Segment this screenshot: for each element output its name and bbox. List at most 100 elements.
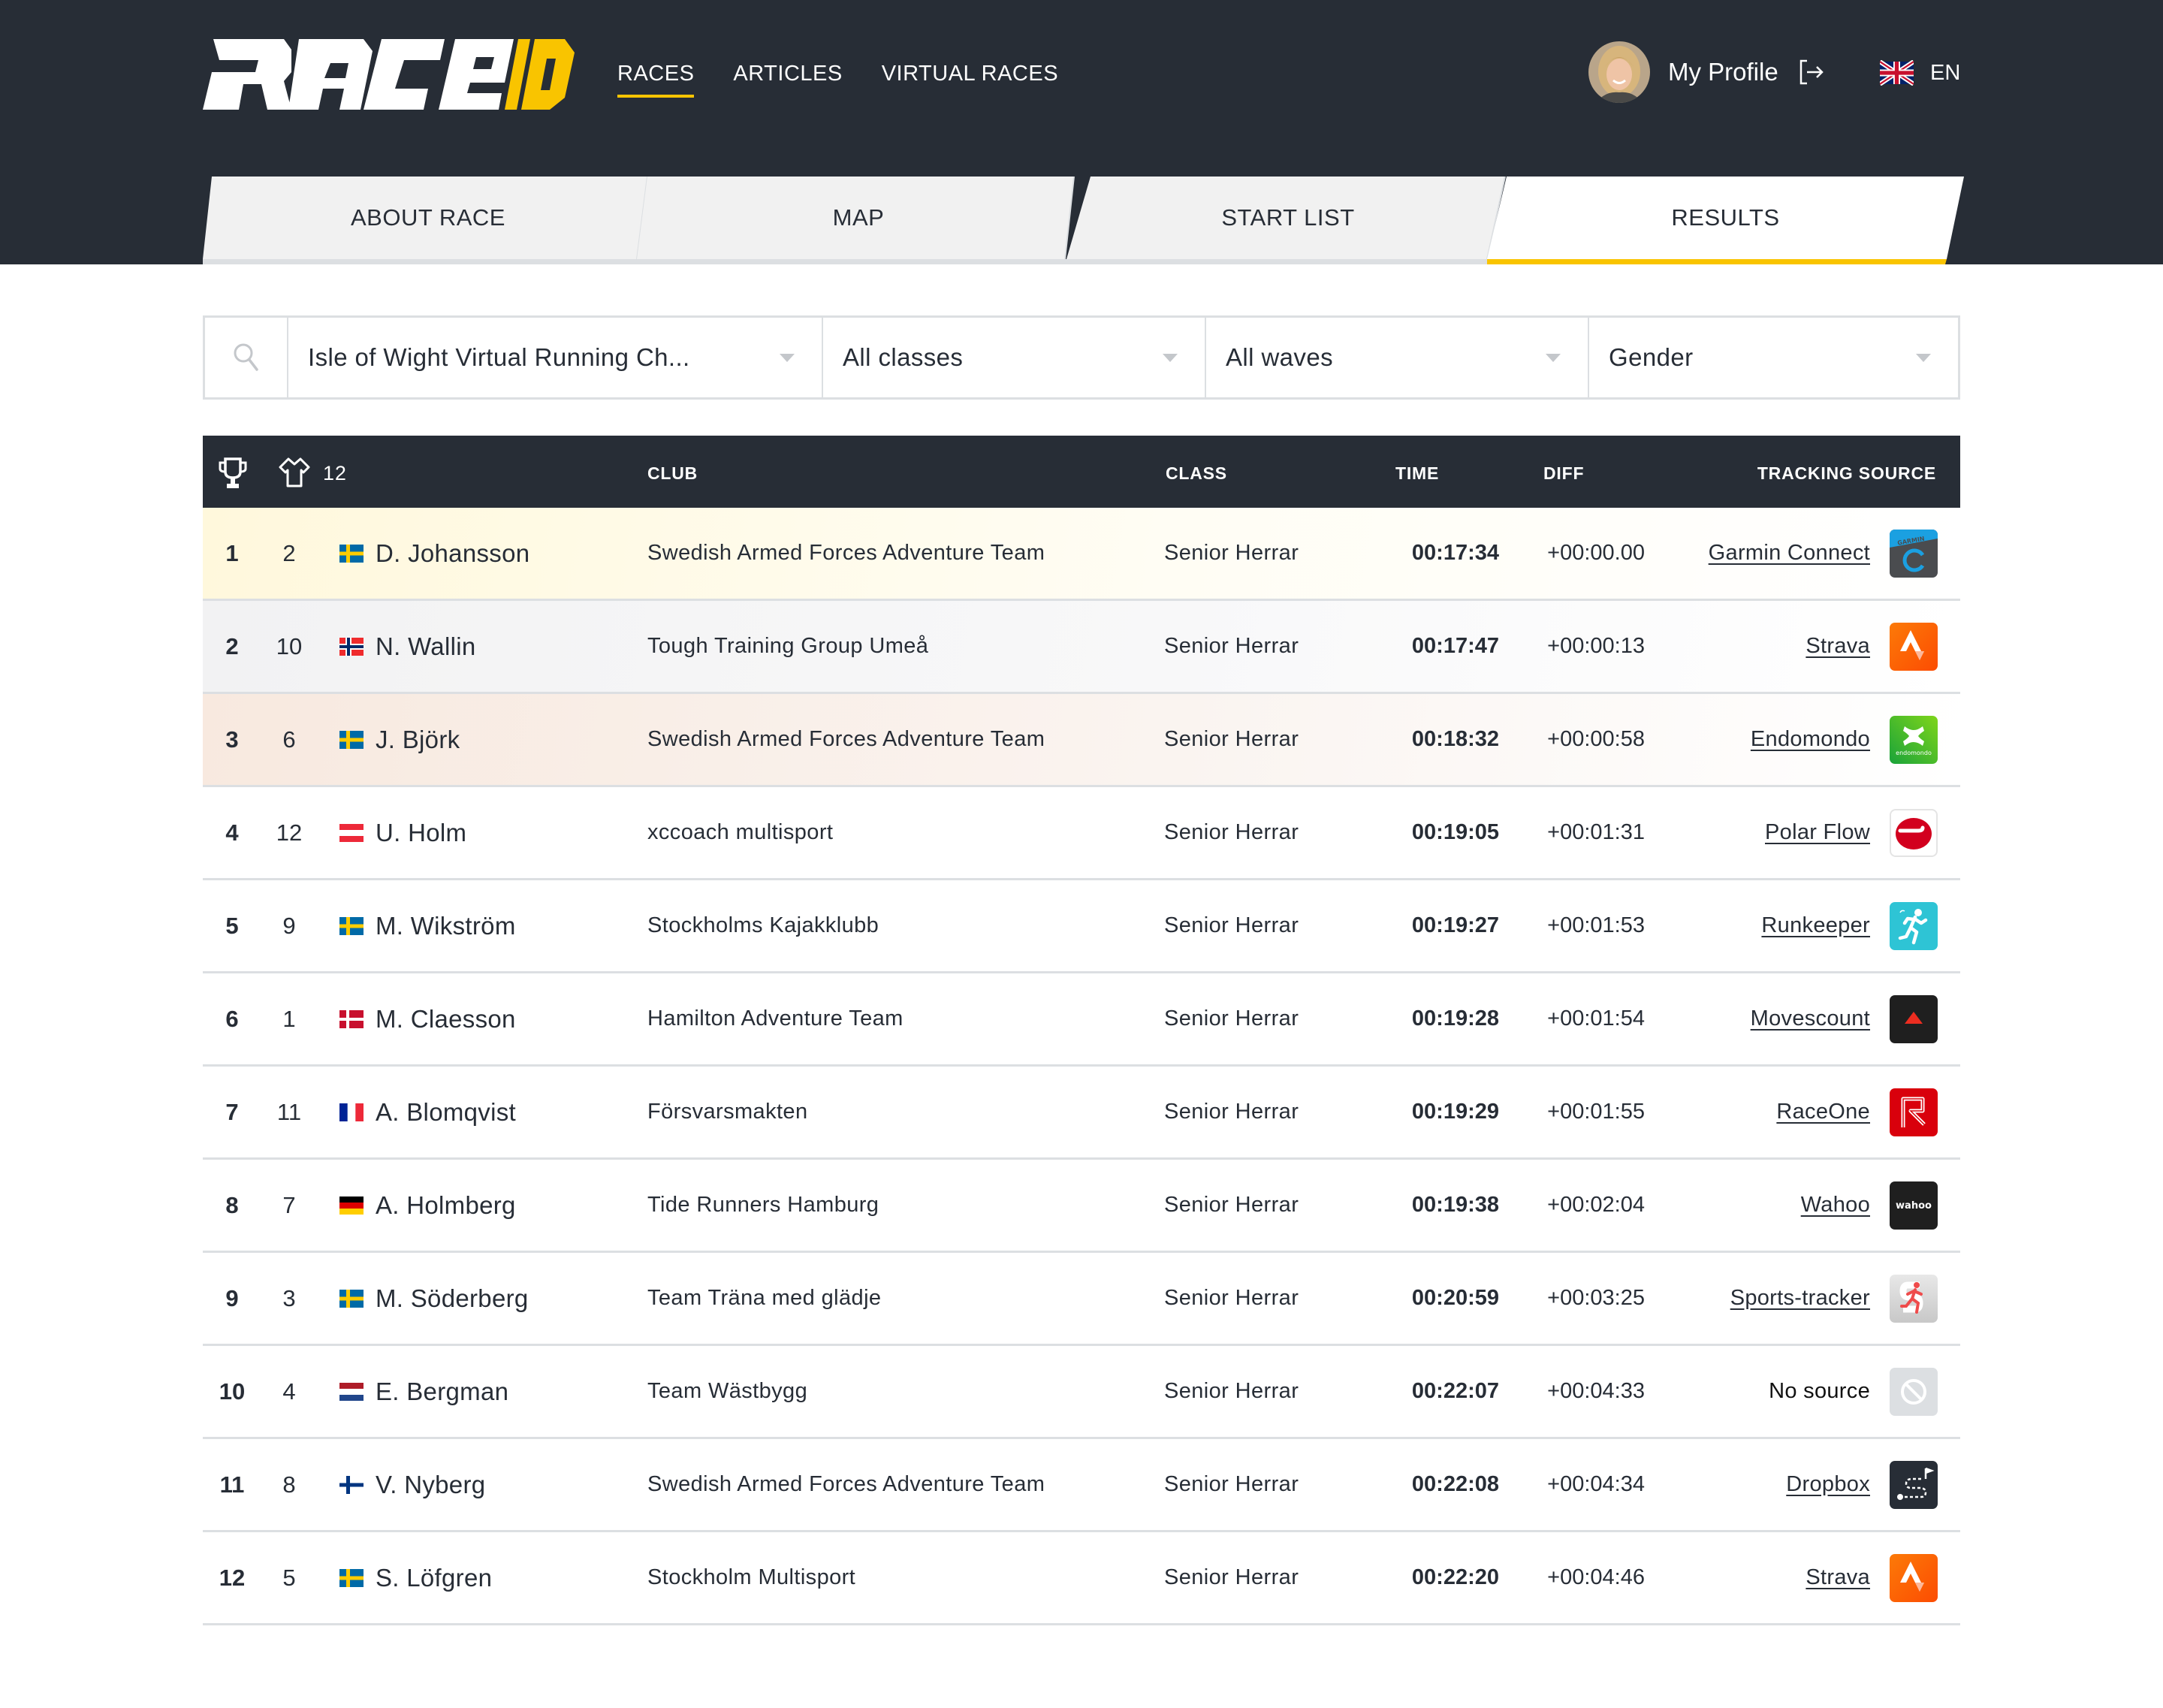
flag-de-icon bbox=[339, 1196, 364, 1215]
nav-virtual-races[interactable]: VIRTUAL RACES bbox=[882, 56, 1058, 92]
garmin-icon[interactable]: GARMIN bbox=[1890, 530, 1938, 578]
column-header-club[interactable]: CLUB bbox=[647, 436, 698, 508]
language-label: EN bbox=[1930, 60, 1961, 85]
athlete-name[interactable]: M. Claesson bbox=[376, 973, 516, 1064]
table-row-2[interactable]: 2 10 N. Wallin Tough Training Group Umeå… bbox=[203, 601, 1960, 694]
tracking-source-link[interactable]: Dropbox bbox=[1786, 1472, 1870, 1496]
tracking-source-link[interactable]: Sports-tracker bbox=[1730, 1286, 1870, 1310]
strava-icon[interactable] bbox=[1890, 623, 1938, 671]
flag-dk-icon bbox=[339, 1009, 364, 1028]
finish-time: 00:19:28 bbox=[1411, 1006, 1499, 1031]
polar-icon[interactable] bbox=[1890, 809, 1938, 857]
tracking-source-link[interactable]: Polar Flow bbox=[1765, 820, 1870, 844]
strava-icon[interactable] bbox=[1890, 1554, 1938, 1602]
search-button[interactable] bbox=[205, 318, 288, 397]
tracking-source-label: No source bbox=[1769, 1379, 1870, 1403]
my-profile-link[interactable]: My Profile bbox=[1668, 41, 1778, 103]
athlete-name[interactable]: V. Nyberg bbox=[376, 1439, 485, 1530]
runkeeper-icon[interactable] bbox=[1890, 902, 1938, 950]
movescount-icon[interactable] bbox=[1890, 995, 1938, 1043]
class: Senior Herrar bbox=[1164, 1286, 1299, 1310]
tab-about-race[interactable]: ABOUT RACE bbox=[203, 177, 653, 264]
tracking-source: Dropbox bbox=[1786, 1439, 1870, 1530]
tracking-source-link[interactable]: Strava bbox=[1806, 1565, 1870, 1589]
class: Senior Herrar bbox=[1164, 1193, 1299, 1217]
place: 1 bbox=[225, 540, 239, 566]
uk-flag-icon bbox=[1880, 60, 1914, 86]
column-header-class[interactable]: CLASS bbox=[1166, 436, 1227, 508]
athlete-name[interactable]: N. Wallin bbox=[376, 601, 476, 692]
athlete-name[interactable]: A. Blomqvist bbox=[376, 1067, 516, 1157]
table-row-10[interactable]: 10 4 E. Bergman Team Wästbygg Senior Her… bbox=[203, 1346, 1960, 1439]
table-row-8[interactable]: 8 7 A. Holmberg Tide Runners Hamburg Sen… bbox=[203, 1160, 1960, 1253]
club: Swedish Armed Forces Adventure Team bbox=[647, 1472, 1045, 1496]
flag-at-icon bbox=[339, 823, 364, 842]
race-select[interactable]: Isle of Wight Virtual Running Ch... bbox=[288, 318, 823, 397]
wahoo-icon[interactable]: wahoo bbox=[1890, 1181, 1938, 1230]
class-select[interactable]: All classes bbox=[823, 318, 1206, 397]
language-selector[interactable]: EN bbox=[1880, 60, 1960, 86]
tab-map[interactable]: MAP bbox=[637, 177, 1080, 264]
class: Senior Herrar bbox=[1164, 1472, 1299, 1496]
table-row-12[interactable]: 12 5 S. Löfgren Stockholm Multisport Sen… bbox=[203, 1532, 1960, 1625]
tracking-source-link[interactable]: Endomondo bbox=[1751, 727, 1870, 751]
endomondo-icon[interactable]: endomondo bbox=[1890, 716, 1938, 764]
class-select-value: All classes bbox=[843, 343, 964, 371]
athlete-name[interactable]: A. Holmberg bbox=[376, 1160, 516, 1251]
race-tabs: ABOUT RACE MAP START LIST RESULTS bbox=[203, 177, 1964, 264]
dropbox-icon[interactable] bbox=[1890, 1461, 1938, 1509]
tracking-source-link[interactable]: Movescount bbox=[1751, 1006, 1870, 1031]
athlete-name[interactable]: D. Johansson bbox=[376, 508, 529, 599]
athlete-name[interactable]: S. Löfgren bbox=[376, 1532, 492, 1623]
tab-start-list[interactable]: START LIST bbox=[1066, 177, 1510, 264]
column-header-time[interactable]: TIME bbox=[1395, 436, 1439, 508]
raceid-logo[interactable] bbox=[203, 39, 575, 110]
table-row-6[interactable]: 6 1 M. Claesson Hamilton Adventure Team … bbox=[203, 973, 1960, 1067]
gender-select[interactable]: Gender bbox=[1589, 318, 1958, 397]
shirt-icon[interactable] bbox=[278, 457, 311, 488]
nav-articles[interactable]: ARTICLES bbox=[733, 56, 842, 92]
athlete-name[interactable]: J. Björk bbox=[376, 694, 460, 785]
table-header: 12 CLUB CLASS TIME DIFF TRACKING SOURCE bbox=[203, 436, 1960, 508]
nav-races[interactable]: RACES bbox=[617, 56, 695, 98]
tracking-source-link[interactable]: Runkeeper bbox=[1761, 913, 1870, 937]
raceone-icon[interactable] bbox=[1890, 1088, 1938, 1136]
profile-menu[interactable]: My Profile bbox=[1588, 41, 1827, 103]
table-row-1[interactable]: 1 2 D. Johansson Swedish Armed Forces Ad… bbox=[203, 508, 1960, 601]
wave-select[interactable]: All waves bbox=[1206, 318, 1589, 397]
athlete-name[interactable]: E. Bergman bbox=[376, 1346, 508, 1437]
tab-results[interactable]: RESULTS bbox=[1487, 177, 1964, 264]
column-header-diff[interactable]: DIFF bbox=[1543, 436, 1584, 508]
bib-number: 11 bbox=[276, 1099, 302, 1125]
sportstracker-icon[interactable] bbox=[1890, 1275, 1938, 1323]
time-diff: +00:00.00 bbox=[1547, 541, 1645, 565]
tracking-source-link[interactable]: Strava bbox=[1806, 634, 1870, 658]
table-row-5[interactable]: 5 9 M. Wikström Stockholms Kajakklubb Se… bbox=[203, 880, 1960, 973]
tab-start-list-label: START LIST bbox=[1221, 204, 1355, 231]
avatar[interactable] bbox=[1588, 41, 1650, 103]
bib-number: 4 bbox=[282, 1378, 296, 1405]
flag-fi-icon bbox=[339, 1475, 364, 1494]
class: Senior Herrar bbox=[1164, 727, 1299, 751]
table-row-7[interactable]: 7 11 A. Blomqvist Försvarsmakten Senior … bbox=[203, 1067, 1960, 1160]
trophy-icon[interactable] bbox=[218, 457, 248, 490]
class: Senior Herrar bbox=[1164, 1565, 1299, 1589]
club: Team Wästbygg bbox=[647, 1379, 808, 1403]
table-row-4[interactable]: 4 12 U. Holm xccoach multisport Senior H… bbox=[203, 787, 1960, 880]
tracking-source-link[interactable]: Garmin Connect bbox=[1709, 541, 1870, 565]
table-row-9[interactable]: 9 3 M. Söderberg Team Träna med glädje S… bbox=[203, 1253, 1960, 1346]
place: 5 bbox=[225, 913, 239, 939]
table-row-3[interactable]: 3 6 J. Björk Swedish Armed Forces Advent… bbox=[203, 694, 1960, 787]
athlete-name[interactable]: M. Wikström bbox=[376, 880, 516, 971]
logout-icon[interactable] bbox=[1796, 57, 1827, 87]
finish-time: 00:20:59 bbox=[1411, 1286, 1499, 1310]
table-row-11[interactable]: 11 8 V. Nyberg Swedish Armed Forces Adve… bbox=[203, 1439, 1960, 1532]
tab-results-label: RESULTS bbox=[1671, 204, 1780, 231]
column-header-tracking-source[interactable]: TRACKING SOURCE bbox=[1757, 436, 1936, 508]
tracking-source-link[interactable]: RaceOne bbox=[1776, 1100, 1870, 1124]
svg-text:endomondo: endomondo bbox=[1896, 750, 1932, 756]
tracking-source-link[interactable]: Wahoo bbox=[1801, 1193, 1870, 1217]
athlete-name[interactable]: M. Söderberg bbox=[376, 1253, 529, 1344]
athlete-name[interactable]: U. Holm bbox=[376, 787, 466, 878]
class: Senior Herrar bbox=[1164, 1006, 1299, 1031]
